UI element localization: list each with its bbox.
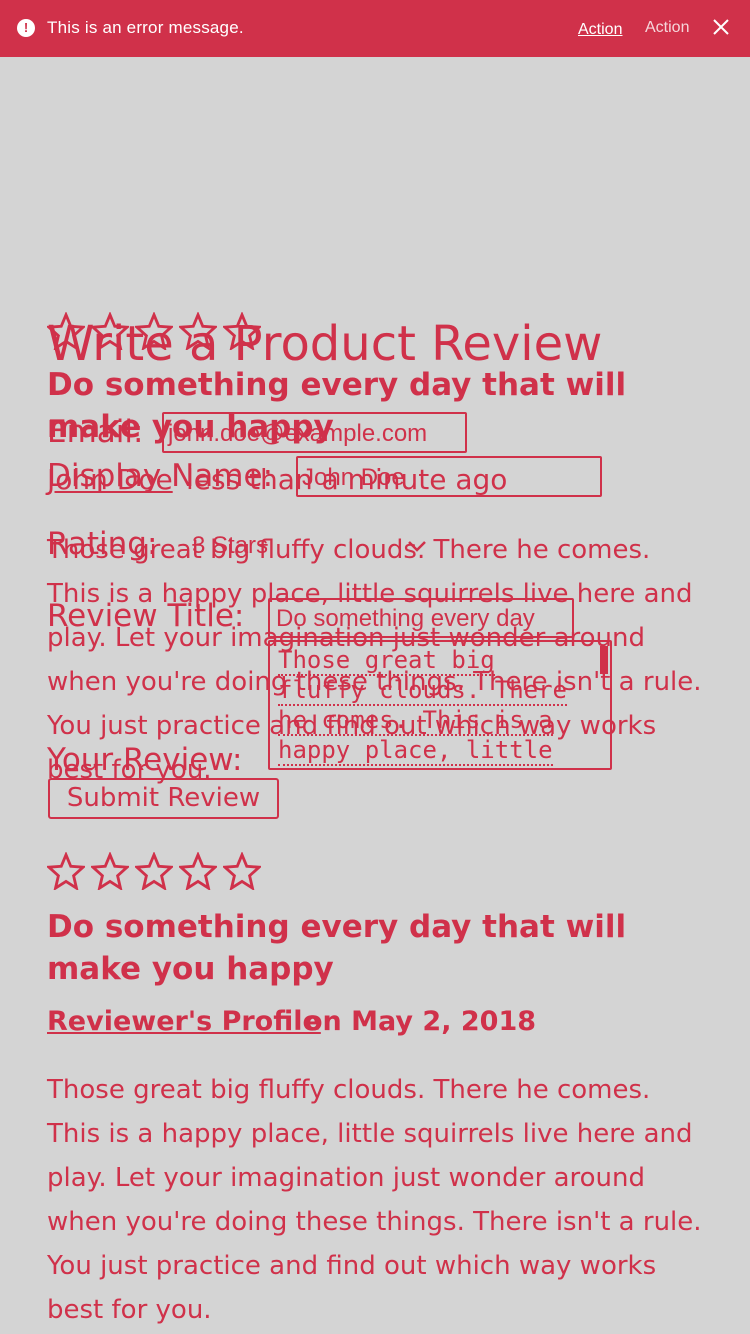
banner-action-link[interactable]: Action [578, 20, 622, 40]
review-date: on May 2, 2018 [304, 1006, 537, 1037]
review-line: happy place, little [278, 736, 553, 766]
reviewer-profile-link[interactable]: Reviewer's Profile [47, 1004, 321, 1040]
page-title: Write a Product Review [47, 316, 603, 372]
review-line: Those great big [278, 646, 495, 676]
review-title-label: Review Title: [47, 598, 245, 634]
alert-icon: ! [17, 19, 35, 37]
author-link[interactable]: John Doe [47, 464, 173, 496]
star-outline-icon [91, 852, 129, 890]
review-title-field[interactable]: Do something every day [268, 598, 574, 638]
review-title: Do something every day that will make yo… [47, 909, 627, 987]
email-label: Email: [47, 414, 144, 450]
email-value: john.doe@example.com [168, 420, 428, 447]
star-outline-icon [47, 852, 85, 890]
textarea-scrollbar[interactable] [600, 646, 608, 674]
display-name-value: John Doe [302, 464, 405, 491]
error-banner: ! This is an error message. Action Actio… [0, 0, 750, 57]
close-icon[interactable] [712, 18, 730, 36]
submit-review-button[interactable]: Submit Review [48, 778, 279, 819]
review-line: he comes. This is a [278, 706, 553, 736]
star-outline-icon [223, 852, 261, 890]
review-textarea[interactable]: Those great big fluffy clouds. There he … [268, 640, 612, 770]
email-field[interactable]: john.doe@example.com [162, 412, 467, 453]
review-label: Your Review: [47, 742, 243, 778]
star-outline-icon [135, 852, 173, 890]
display-name-field[interactable]: John Doe [296, 456, 602, 497]
star-outline-icon [179, 852, 217, 890]
review-rating-stars [47, 852, 261, 890]
review-line: fluffy clouds. There [278, 676, 567, 706]
review-body: Those great big fluffy clouds. There he … [47, 1075, 702, 1325]
error-message: This is an error message. [47, 18, 244, 37]
banner-action-button[interactable]: Action [645, 18, 689, 38]
review-title-value: Do something every day [276, 605, 535, 632]
